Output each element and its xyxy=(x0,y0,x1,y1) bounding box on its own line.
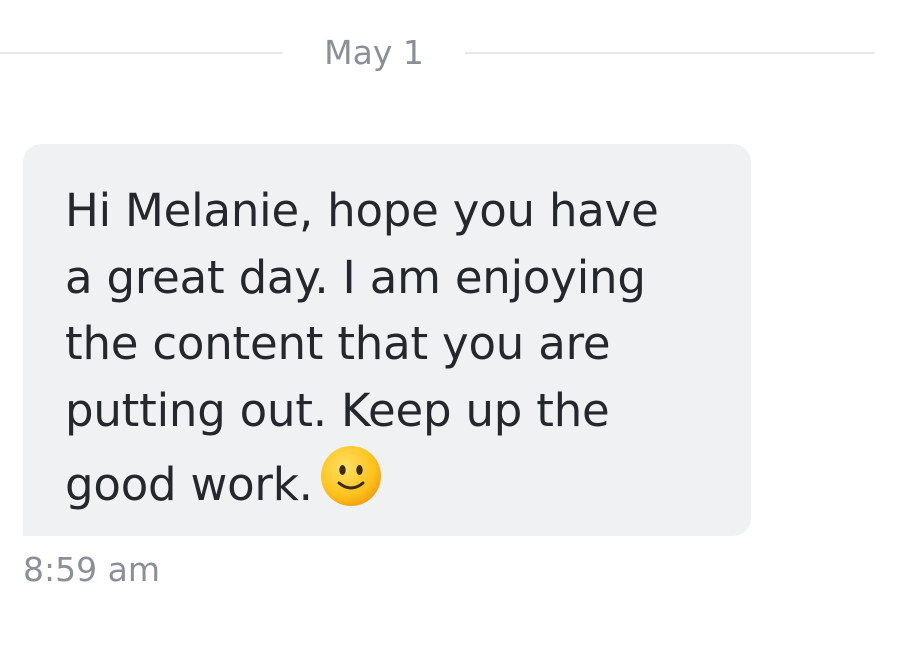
message-line: good work. xyxy=(65,458,313,511)
divider-line-right xyxy=(465,52,875,54)
slightly-smiling-face-icon xyxy=(319,444,383,527)
message-line: putting out. Keep up the xyxy=(65,383,610,437)
date-divider: May 1 xyxy=(0,30,875,76)
message-text: Hi Melanie, hope you have a great day. I… xyxy=(65,178,711,527)
divider-line-left xyxy=(0,52,283,54)
date-label: May 1 xyxy=(324,33,424,72)
message-line: the content that you are xyxy=(65,317,611,370)
message-line: Hi Melanie, hope you have xyxy=(65,184,659,237)
message-line: a great day. I am enjoying xyxy=(65,250,646,304)
message-timestamp: 8:59 am xyxy=(23,550,160,589)
chat-screen: May 1 Hi Melanie, hope you have a great … xyxy=(0,0,913,647)
message-bubble[interactable]: Hi Melanie, hope you have a great day. I… xyxy=(23,144,751,536)
message-line-last: good work. xyxy=(65,444,711,527)
